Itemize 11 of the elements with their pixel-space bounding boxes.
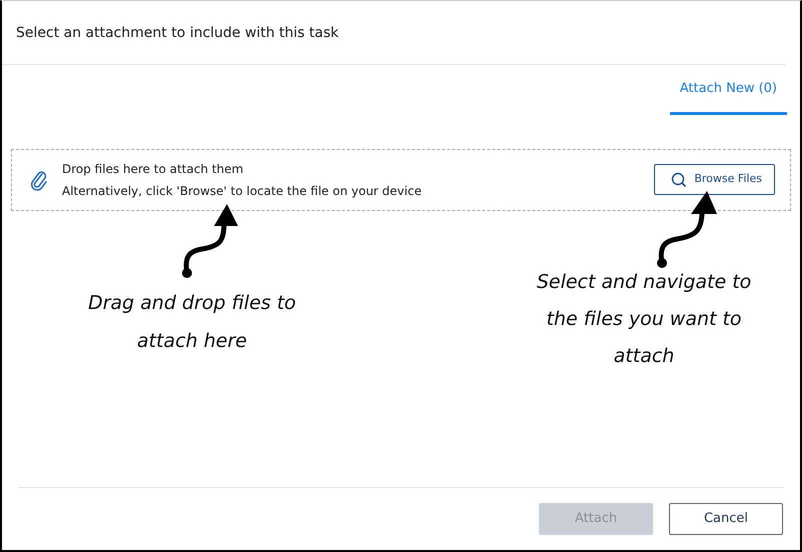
dialog-title: Select an attachment to include with this task: [2, 1, 786, 65]
search-icon: [671, 172, 688, 188]
drop-title: Drop files here to attach them: [62, 160, 244, 178]
annotation-text: Select and navigate to the files you want to attach: [536, 270, 752, 369]
annotation-text: Drag and drop files to attach here: [87, 291, 297, 354]
tab[interactable]: Attach New (0): [670, 65, 787, 114]
drop-subtitle: Alternatively, click 'Browse' to locate the file on your device: [62, 182, 423, 200]
drop-zone[interactable]: Drop files here to attach them Alternatively, click 'Browse' to locate the file on your device Browse Files: [11, 148, 791, 210]
paperclip-icon: [30, 168, 48, 190]
cancel-button[interactable]: Cancel: [669, 503, 783, 535]
browse-button[interactable]: Browse Files: [654, 164, 775, 195]
